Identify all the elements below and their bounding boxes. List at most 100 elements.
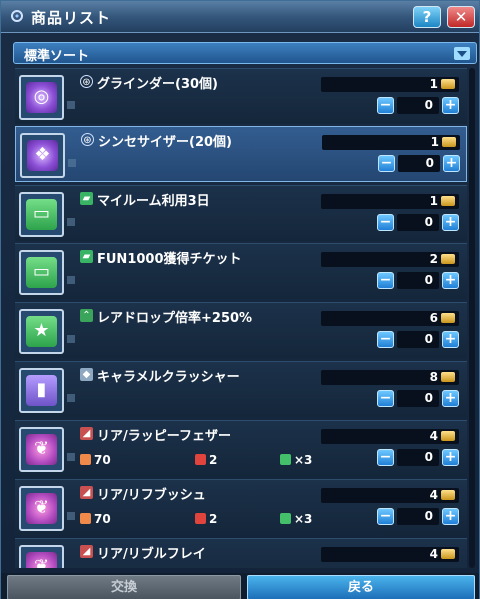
qty-plus-button[interactable]: + xyxy=(442,214,459,231)
item-cost: 4 xyxy=(321,488,459,503)
attack-stat: 70 xyxy=(80,512,111,526)
boost-icon: ⌃ xyxy=(80,309,93,322)
qty-minus-button[interactable]: − xyxy=(377,390,394,407)
slot-icon xyxy=(280,454,291,465)
element-stat: 2 xyxy=(195,512,217,526)
back-button[interactable]: 戻る xyxy=(247,575,475,599)
item-cost: 1 xyxy=(321,77,459,92)
list-item[interactable]: ❦ ◢ リア/リフブッシュ 4 70 2 ×3 − 0 + xyxy=(15,479,467,535)
item-name: グラインダー(30個) xyxy=(97,77,218,92)
item-cost: 4 xyxy=(321,429,459,444)
synthesizer-icon: ❖ xyxy=(27,140,58,171)
item-cost: 4 xyxy=(321,547,459,562)
qty-plus-button[interactable]: + xyxy=(442,331,459,348)
qty-field[interactable]: 0 xyxy=(397,508,439,525)
close-button[interactable]: ✕ xyxy=(447,6,475,28)
window-bullet-icon xyxy=(11,10,23,22)
element-stat: 2 xyxy=(195,453,217,467)
qty-field[interactable]: 0 xyxy=(398,155,440,172)
element-icon xyxy=(195,513,206,524)
item-icon-frame: ❦ xyxy=(19,486,64,531)
qty-plus-button[interactable]: + xyxy=(442,449,459,466)
qty-plus-button[interactable]: + xyxy=(443,155,460,172)
qty-minus-button[interactable]: − xyxy=(377,214,394,231)
item-cost: 2 xyxy=(321,252,459,267)
photon-drop-icon xyxy=(441,490,455,500)
qty-field[interactable]: 0 xyxy=(397,390,439,407)
item-list: ◎ ⊛ グラインダー(30個) 1 − 0 + ❖ ⊛ シンセサイザー(20個)… xyxy=(15,68,467,568)
list-item[interactable]: ❦ ◢ リア/リブルフレイ 4 xyxy=(15,538,467,568)
star-250-icon: ★ xyxy=(26,316,57,347)
item-name: FUN1000獲得チケット xyxy=(97,252,242,267)
shop-window: 商品リスト ? ✕ 標準ソート ◎ ⊛ グラインダー(30個) 1 − 0 + … xyxy=(0,0,480,599)
list-item[interactable]: ❖ ⊛ シンセサイザー(20個) 1 − 0 + xyxy=(15,126,467,182)
item-name: シンセサイザー(20個) xyxy=(98,135,232,150)
item-name: リア/リフブッシュ xyxy=(97,488,206,503)
title-bar: 商品リスト ? ✕ xyxy=(1,1,479,33)
photon-drop-icon xyxy=(441,79,455,89)
qty-field[interactable]: 0 xyxy=(397,214,439,231)
item-name: レアドロップ倍率+250% xyxy=(97,311,253,326)
unit-rear-icon: ❦ xyxy=(26,434,57,465)
unit-rear-icon: ❦ xyxy=(26,493,57,524)
caramel-crusher-icon: ▮ xyxy=(26,375,57,406)
chevron-down-icon[interactable] xyxy=(454,47,470,60)
list-scrollbar[interactable] xyxy=(469,68,475,568)
qty-minus-button[interactable]: − xyxy=(377,508,394,525)
item-icon-frame: ◎ xyxy=(19,75,64,120)
list-item[interactable]: ❦ ◢ リア/ラッピーフェザー 4 70 2 ×3 − 0 + xyxy=(15,420,467,476)
item-icon-frame: ▭ xyxy=(19,250,64,295)
item-name: キャラメルクラッシャー xyxy=(97,370,240,385)
rare-material-icon: ⊛ xyxy=(81,133,94,146)
exchange-button[interactable]: 交換 xyxy=(7,575,241,599)
qty-field[interactable]: 0 xyxy=(397,272,439,289)
sort-label: 標準ソート xyxy=(24,49,90,64)
qty-field[interactable]: 0 xyxy=(397,97,439,114)
ticket-icon: ▰ xyxy=(80,192,93,205)
list-item[interactable]: ▮ ◆ キャラメルクラッシャー 8 − 0 + xyxy=(15,361,467,417)
item-icon-frame: ❦ xyxy=(19,545,64,568)
grinder-icon: ◎ xyxy=(26,82,57,113)
misc-icon: ◆ xyxy=(80,368,93,381)
help-button[interactable]: ? xyxy=(413,6,441,28)
element-icon xyxy=(195,454,206,465)
list-item[interactable]: ▭ ▰ マイルーム利用3日 1 − 0 + xyxy=(15,185,467,241)
list-item[interactable]: ▭ ▰ FUN1000獲得チケット 2 − 0 + xyxy=(15,243,467,299)
item-icon-frame: ★ xyxy=(19,309,64,354)
unit-icon: ◢ xyxy=(80,427,93,440)
photon-drop-icon xyxy=(441,196,455,206)
qty-field[interactable]: 0 xyxy=(397,331,439,348)
rare-material-icon: ⊛ xyxy=(80,75,93,88)
ticket-icon: ▭ xyxy=(26,199,57,230)
qty-minus-button[interactable]: − xyxy=(377,331,394,348)
qty-plus-button[interactable]: + xyxy=(442,97,459,114)
unit-rear-icon: ❦ xyxy=(26,552,57,568)
attack-icon xyxy=(80,454,91,465)
qty-minus-button[interactable]: − xyxy=(378,155,395,172)
item-icon-frame: ❖ xyxy=(20,133,65,178)
qty-minus-button[interactable]: − xyxy=(377,449,394,466)
item-cost: 8 xyxy=(321,370,459,385)
photon-drop-icon xyxy=(441,431,455,441)
qty-minus-button[interactable]: − xyxy=(377,97,394,114)
qty-plus-button[interactable]: + xyxy=(442,272,459,289)
unit-icon: ◢ xyxy=(80,545,93,558)
qty-plus-button[interactable]: + xyxy=(442,390,459,407)
item-name: リア/ラッピーフェザー xyxy=(97,429,231,444)
qty-minus-button[interactable]: − xyxy=(377,272,394,289)
item-icon-frame: ❦ xyxy=(19,427,64,472)
window-title: 商品リスト xyxy=(31,9,112,27)
attack-icon xyxy=(80,513,91,524)
photon-drop-icon xyxy=(441,372,455,382)
list-item[interactable]: ★ ⌃ レアドロップ倍率+250% 6 − 0 + xyxy=(15,302,467,358)
item-icon-frame: ▭ xyxy=(19,192,64,237)
sort-dropdown[interactable]: 標準ソート xyxy=(13,42,477,64)
list-item[interactable]: ◎ ⊛ グラインダー(30個) 1 − 0 + xyxy=(15,68,467,124)
qty-field[interactable]: 0 xyxy=(397,449,439,466)
qty-plus-button[interactable]: + xyxy=(442,508,459,525)
photon-drop-icon xyxy=(441,313,455,323)
ticket-icon: ▭ xyxy=(26,257,57,288)
item-name: リア/リブルフレイ xyxy=(97,547,206,562)
ticket-icon: ▰ xyxy=(80,250,93,263)
item-cost: 1 xyxy=(322,135,460,150)
